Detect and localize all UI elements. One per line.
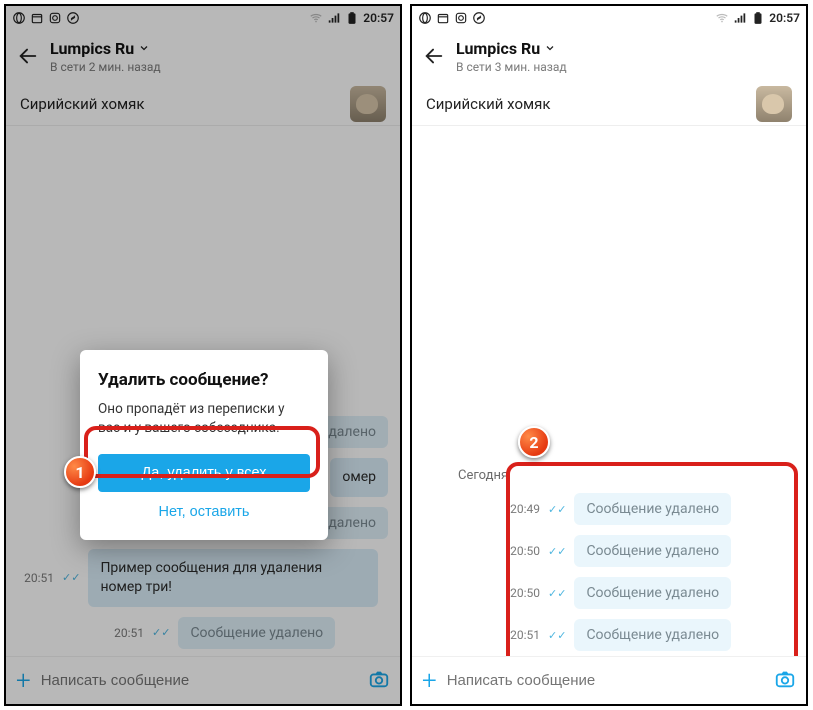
message-row: 20:51 ✓✓ Сообщение удалено [424, 619, 794, 651]
signal-icon [733, 11, 747, 25]
message-input[interactable] [447, 672, 764, 689]
message-row: 20:50 ✓✓ Сообщение удалено [424, 535, 794, 567]
add-button[interactable]: + [16, 666, 31, 696]
add-button[interactable]: + [422, 666, 437, 696]
camera-button[interactable] [368, 668, 390, 694]
msg-time: 20:50 [504, 544, 540, 558]
pinned-bar[interactable]: Сирийский хомяк [412, 82, 806, 126]
read-ticks-icon: ✓✓ [548, 545, 566, 558]
contact-name[interactable]: Lumpics Ru [50, 39, 161, 58]
deleted-bubble: Сообщение удалено [574, 619, 731, 651]
status-clock: 20:57 [769, 11, 800, 25]
contact-status: В сети 3 мин. назад [456, 60, 567, 74]
deleted-bubble: Сообщение удалено [574, 577, 731, 609]
message-row: 20:49 ✓✓ Сообщение удалено [424, 493, 794, 525]
back-button[interactable] [418, 45, 450, 67]
status-bar: 20:57 [412, 6, 806, 30]
instagram-icon [454, 11, 468, 25]
avatar [350, 86, 386, 122]
deleted-bubble: Сообщение удалено [574, 535, 731, 567]
chat-body: Сегодня 20:49 ✓✓ Сообщение удалено 20:50… [412, 126, 806, 656]
deleted-bubble: Сообщение удалено [574, 493, 731, 525]
chat-body: далено 20:50 омер далено 20:51 ✓✓ Пример… [6, 126, 400, 656]
chat-header: Lumpics Ru В сети 2 мин. назад [6, 30, 400, 82]
shazam-icon [66, 11, 80, 25]
message-input[interactable] [41, 672, 358, 689]
contact-name[interactable]: Lumpics Ru [456, 39, 567, 58]
day-label: Сегодня [424, 462, 794, 493]
step-badge-2: 2 [518, 426, 550, 458]
cancel-delete-button[interactable]: Нет, оставить [98, 492, 310, 526]
msg-time: 20:51 [504, 628, 540, 642]
camera-button[interactable] [774, 668, 796, 694]
msg-time: 20:50 [504, 586, 540, 600]
pinned-text: Сирийский хомяк [20, 95, 144, 113]
read-ticks-icon: ✓✓ [548, 587, 566, 600]
back-button[interactable] [12, 45, 44, 67]
composer: + [412, 656, 806, 704]
composer: + [6, 656, 400, 704]
status-clock: 20:57 [363, 11, 394, 25]
battery-icon [751, 11, 765, 25]
step-badge-1: 1 [64, 456, 96, 488]
calendar-icon [30, 11, 44, 25]
wifi-icon [715, 11, 729, 25]
message-row: 20:50 ✓✓ Сообщение удалено [424, 577, 794, 609]
contact-status: В сети 2 мин. назад [50, 60, 161, 74]
dialog-text: Оно пропадёт из переписки у вас и у ваше… [98, 400, 310, 438]
instagram-icon [48, 11, 62, 25]
read-ticks-icon: ✓✓ [548, 503, 566, 516]
chevron-down-icon [138, 42, 150, 54]
pinned-bar[interactable]: Сирийский хомяк [6, 82, 400, 126]
avatar [756, 86, 792, 122]
dialog-title: Удалить сообщение? [98, 370, 310, 390]
wifi-icon [309, 11, 323, 25]
read-ticks-icon: ✓✓ [548, 629, 566, 642]
calendar-icon [436, 11, 450, 25]
confirm-delete-button[interactable]: Да, удалить у всех [98, 454, 310, 492]
pinned-text: Сирийский хомяк [426, 95, 550, 113]
status-bar: 20:57 [6, 6, 400, 30]
battery-icon [345, 11, 359, 25]
phone-left: 20:57 Lumpics Ru В сети 2 мин. назад Сир… [4, 4, 402, 706]
chevron-down-icon [544, 42, 556, 54]
opera-icon [418, 11, 432, 25]
signal-icon [327, 11, 341, 25]
phone-right: 20:57 Lumpics Ru В сети 3 мин. назад Сир… [410, 4, 808, 706]
msg-time: 20:49 [504, 502, 540, 516]
chat-header: Lumpics Ru В сети 3 мин. назад [412, 30, 806, 82]
delete-dialog: Удалить сообщение? Оно пропадёт из переп… [80, 350, 328, 540]
opera-icon [12, 11, 26, 25]
shazam-icon [472, 11, 486, 25]
